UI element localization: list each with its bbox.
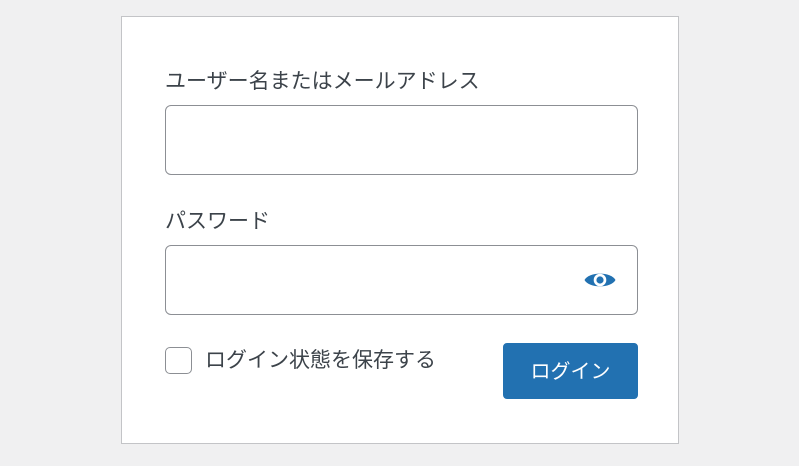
- username-input[interactable]: [165, 105, 638, 175]
- password-input[interactable]: [165, 245, 638, 315]
- password-label: パスワード: [165, 209, 270, 233]
- remember-me-label[interactable]: ログイン状態を保存する: [205, 346, 436, 374]
- show-password-button[interactable]: [580, 263, 620, 297]
- eye-icon: [583, 269, 617, 291]
- username-label: ユーザー名またはメールアドレス: [165, 69, 480, 93]
- login-form: ユーザー名またはメールアドレス パスワード ログイン状態を保存する ログイン: [121, 16, 679, 444]
- login-button[interactable]: ログイン: [503, 343, 638, 399]
- remember-me-row: ログイン状態を保存する: [165, 345, 436, 375]
- remember-me-checkbox[interactable]: [165, 346, 192, 374]
